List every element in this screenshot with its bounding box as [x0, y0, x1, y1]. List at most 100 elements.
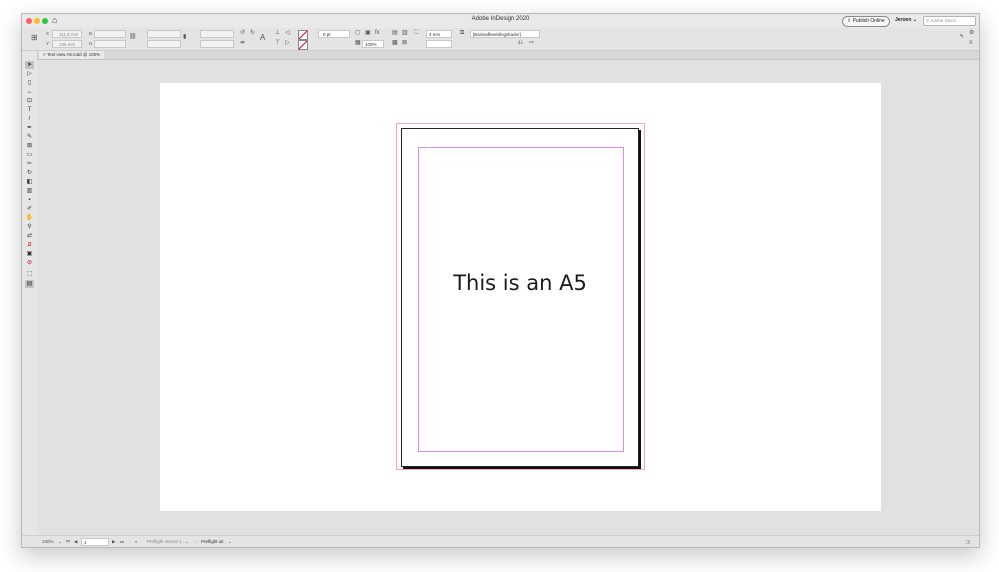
frame-fitting-dropdown[interactable]	[426, 40, 452, 48]
rotation-field[interactable]	[200, 30, 234, 38]
rotate-right-icon[interactable]: ↻	[250, 30, 255, 37]
text-wrap-icon[interactable]: ◻	[355, 30, 360, 37]
page-tool-icon[interactable]: ▯	[25, 79, 34, 87]
auto-fit-icon[interactable]: ⛶	[414, 30, 418, 37]
select-next-icon[interactable]: ▷	[285, 40, 290, 47]
align-right-icon[interactable]: ▥	[402, 30, 408, 37]
preflight-status[interactable]: Preflight uit	[201, 539, 224, 545]
spacing-field[interactable]: 4 mm	[426, 30, 452, 38]
preflight-profile-dropdown-icon[interactable]: ⌄	[185, 539, 189, 545]
drop-shadow-icon[interactable]: ▣	[365, 30, 371, 37]
spread-area: This is an A5	[160, 83, 881, 511]
first-page-icon[interactable]: ⏮	[66, 539, 70, 545]
preflight-icon: ◐	[135, 539, 138, 544]
rectangle-frame-tool-icon[interactable]: ⊠	[25, 142, 34, 150]
fill-stroke-swatch-icon[interactable]: ⧄	[25, 241, 34, 249]
apply-none-icon[interactable]: ⊘	[25, 259, 34, 267]
effects-icon[interactable]: fx	[375, 30, 380, 37]
flip-horizontal-icon[interactable]: ⇹	[240, 40, 245, 47]
normal-mode-icon[interactable]: ▤	[25, 280, 34, 288]
spacing-value: 4 mm	[429, 32, 441, 37]
adobe-stock-search[interactable]: ⚲ Adobe Stock	[923, 16, 976, 26]
next-page-icon[interactable]: ▶	[112, 539, 115, 545]
select-content-icon[interactable]: ⊤	[275, 40, 280, 47]
stroke-swatch[interactable]	[298, 40, 308, 50]
y-position-field[interactable]: 105 mm	[52, 40, 82, 48]
direct-selection-tool-icon[interactable]: ▷	[25, 70, 34, 78]
type-tool-icon[interactable]: T	[25, 106, 34, 114]
y-label: Y	[46, 41, 50, 46]
preflight-profile[interactable]: Preflight Jeroen (...	[147, 539, 185, 545]
content-collector-icon[interactable]: ⊡	[25, 97, 34, 105]
height-field[interactable]	[94, 40, 126, 48]
y-position-value: 105 mm	[59, 42, 76, 47]
tab-close-icon[interactable]: ×	[43, 52, 46, 57]
distribute-icon[interactable]: ▩	[392, 40, 398, 47]
window-layout-icon[interactable]: ◫	[966, 539, 970, 545]
x-position-value: 111,5 mm	[59, 32, 79, 37]
x-position-field[interactable]: 111,5 mm	[52, 30, 82, 38]
stroke-weight-field[interactable]: 0 pt	[318, 30, 350, 38]
fitting-icon[interactable]: ⊠	[402, 40, 407, 47]
rotate-left-icon[interactable]: ↺	[240, 30, 245, 37]
previous-page-icon[interactable]: ◀	[74, 539, 77, 545]
formatting-affects-text-icon[interactable]: ▣	[25, 250, 34, 258]
scale-y-field[interactable]	[147, 40, 181, 48]
hand-tool-icon[interactable]: ✋	[25, 214, 34, 222]
select-previous-icon[interactable]: ◁	[285, 30, 290, 37]
scissors-tool-icon[interactable]: ✂	[25, 160, 34, 168]
object-style-dropdown[interactable]: [Basisafbeeldingskader]	[470, 30, 540, 38]
screen-mode-icon[interactable]: ⬚	[25, 270, 34, 278]
opacity-field[interactable]: 100%	[362, 40, 384, 48]
page-text-frame[interactable]: This is an A5	[402, 271, 638, 295]
opacity-value: 100%	[365, 42, 377, 47]
constrain-scale-icon[interactable]: ▮	[183, 34, 186, 41]
stroke-weight-value: 0 pt	[323, 32, 331, 37]
zoom-tool-icon[interactable]: ⚲	[25, 223, 34, 231]
app-title: Adobe InDesign 2020	[471, 16, 530, 22]
selection-tool-icon[interactable]: ➤	[25, 61, 34, 69]
swap-fill-stroke-icon[interactable]: ⇄	[25, 232, 34, 240]
select-container-icon[interactable]: ⊥	[275, 30, 280, 37]
object-style-value: [Basisafbeeldingskader]	[473, 32, 521, 37]
publish-online-label: Publish Online	[852, 18, 885, 24]
rectangle-tool-icon[interactable]: ▭	[25, 151, 34, 159]
title-bar: ⌂ Adobe InDesign 2020 ⇪ Publish Online J…	[22, 14, 979, 28]
shear-field[interactable]	[200, 40, 234, 48]
constrain-proportions-icon[interactable]: ⛓	[129, 34, 137, 41]
zoom-level[interactable]: 100%	[42, 539, 54, 545]
align-left-icon[interactable]: ▤	[392, 30, 398, 37]
gradient-feather-tool-icon[interactable]: ▥	[25, 187, 34, 195]
user-menu[interactable]: Jeroen ⌄	[895, 17, 917, 23]
gradient-swatch-tool-icon[interactable]: ◧	[25, 178, 34, 186]
note-tool-icon[interactable]: ▪	[25, 196, 34, 204]
pencil-tool-icon[interactable]: ✎	[25, 133, 34, 141]
opacity-icon: ▦	[355, 40, 361, 46]
text-frame-icon[interactable]: A	[260, 34, 265, 42]
last-page-icon[interactable]: ⏭	[120, 539, 124, 545]
width-field[interactable]	[94, 30, 126, 38]
eyedropper-tool-icon[interactable]: ✐	[25, 205, 34, 213]
publish-online-button[interactable]: ⇪ Publish Online	[842, 16, 890, 27]
panel-menu-icon[interactable]: ≡	[969, 40, 973, 47]
height-label: H	[89, 41, 93, 46]
clear-overrides-icon[interactable]: ⎌	[518, 40, 523, 47]
pen-tool-icon[interactable]: ✒	[25, 124, 34, 132]
page-number-value: 1	[84, 540, 87, 545]
settings-gear-icon[interactable]: ⚙	[969, 30, 974, 37]
preflight-menu-icon[interactable]: ⌄	[228, 539, 232, 545]
gap-tool-icon[interactable]: ↔	[25, 88, 34, 96]
document-page[interactable]: This is an A5	[401, 128, 639, 467]
fill-swatch[interactable]	[298, 30, 308, 40]
scale-x-field[interactable]	[147, 30, 181, 38]
document-tab[interactable]: × Test view A5.indd @ 100%	[39, 51, 105, 59]
lightning-icon[interactable]: ϟ	[960, 34, 963, 41]
page-number-field[interactable]: 1	[81, 538, 109, 546]
zoom-dropdown-icon[interactable]: ⌄	[58, 539, 62, 545]
style-options-icon[interactable]: ⇨	[529, 40, 534, 47]
reference-point-icon[interactable]: ⊞	[31, 34, 38, 42]
indesign-window: ⌂ Adobe InDesign 2020 ⇪ Publish Online J…	[21, 13, 980, 548]
width-label: B	[89, 31, 93, 36]
free-transform-tool-icon[interactable]: ↻	[25, 169, 34, 177]
line-tool-icon[interactable]: /	[25, 115, 34, 123]
